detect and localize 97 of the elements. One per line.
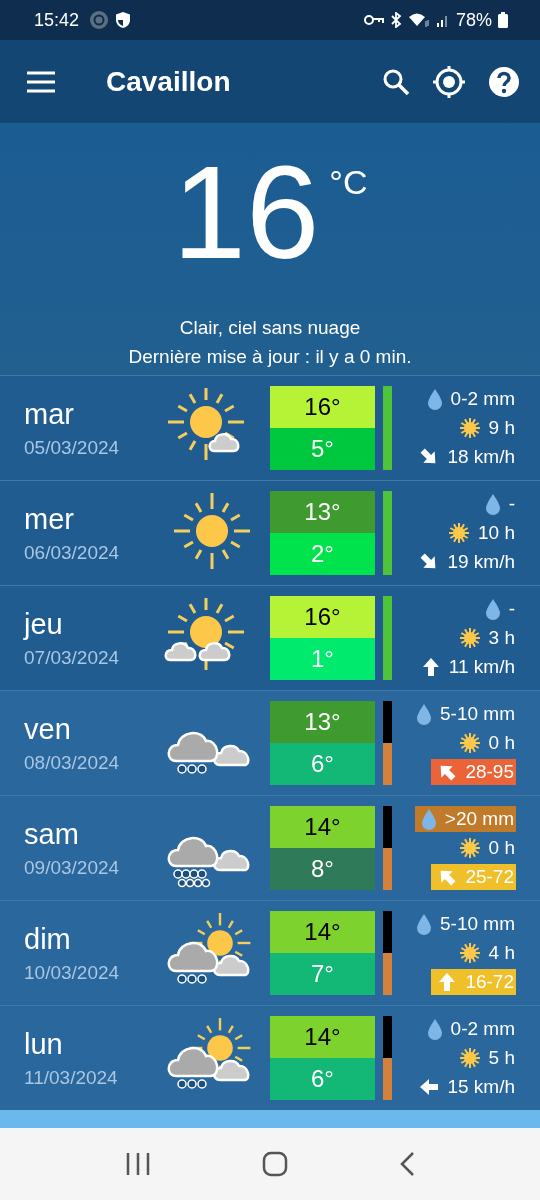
- low-temperature: 6°: [270, 1058, 375, 1100]
- sunshine-hours: 0 h: [488, 837, 515, 859]
- search-icon: [382, 67, 410, 96]
- city-title: Cavaillon: [106, 65, 231, 98]
- last-update-text: Dernière mise à jour : il y a 0 min.: [128, 345, 412, 369]
- wind-speed: 19 km/h: [447, 551, 515, 573]
- sun-icon: [458, 837, 481, 859]
- day-name: ven: [24, 712, 72, 746]
- forecast-row[interactable]: sam 09/03/2024 14° 8° >20 mm 0 h 25-72: [0, 795, 540, 900]
- wifi-icon: [407, 12, 430, 28]
- day-date: 06/03/2024: [24, 541, 121, 564]
- battery-percentage: 78%: [455, 9, 492, 31]
- wind-speed: 15 km/h: [447, 1076, 515, 1098]
- location-target-icon: [432, 64, 466, 99]
- recent-apps-icon: [125, 1152, 152, 1176]
- back-button[interactable]: [398, 1151, 415, 1177]
- low-temperature: 2°: [270, 533, 375, 575]
- sunshine-hours: 5 h: [488, 1047, 515, 1069]
- menu-button[interactable]: [26, 70, 56, 93]
- battery-icon: [498, 12, 508, 28]
- low-temperature: 7°: [270, 953, 375, 995]
- low-temperature: 8°: [270, 848, 375, 890]
- weather-condition: Clair, ciel sans nuage: [179, 316, 361, 340]
- raindrop-icon: [426, 1018, 443, 1040]
- low-temperature: 5°: [270, 428, 375, 470]
- precipitation-text: 0-2 mm: [450, 1018, 515, 1040]
- high-temperature: 14°: [270, 1016, 375, 1058]
- precipitation-text: 0-2 mm: [450, 388, 515, 410]
- status-time: 15:42: [34, 9, 80, 31]
- precipitation-text: -: [508, 598, 515, 620]
- day-name: jeu: [24, 607, 64, 641]
- high-temperature: 13°: [270, 701, 375, 743]
- forecast-row[interactable]: ven 08/03/2024 13° 6° 5-10 mm 0 h 28-95: [0, 690, 540, 795]
- recent-apps-button[interactable]: [125, 1152, 152, 1176]
- day-date: 11/03/2024: [24, 1066, 119, 1089]
- bluetooth-icon: [389, 12, 402, 28]
- wind-speed: 25-72: [465, 866, 514, 888]
- raindrop-icon: [426, 388, 443, 410]
- raindrop-icon: [416, 703, 433, 725]
- sun-icon: [458, 942, 481, 964]
- forecast-row[interactable]: dim 10/03/2024 14° 7° 5-10 mm 4 h 16-72: [0, 900, 540, 1005]
- precipitation-text: >20 mm: [444, 808, 514, 830]
- wind-speed: 16-72: [465, 971, 514, 993]
- raindrop-icon: [420, 808, 437, 830]
- high-temperature: 14°: [270, 806, 375, 848]
- high-temperature: 16°: [270, 386, 375, 428]
- wind-arrow-icon: [420, 657, 441, 677]
- wind-speed: 11 km/h: [448, 656, 515, 678]
- high-temperature: 14°: [270, 911, 375, 953]
- day-date: 09/03/2024: [24, 856, 121, 879]
- precipitation-text: 5-10 mm: [440, 703, 515, 725]
- wind-speed: 28-95: [465, 761, 514, 783]
- day-date: 05/03/2024: [24, 436, 121, 459]
- sunshine-hours: 0 h: [488, 732, 515, 754]
- high-temperature: 13°: [270, 491, 375, 533]
- forecast-row[interactable]: lun 11/03/2024 14° 6° 0-2 mm 5 h 15 km/h: [0, 1005, 540, 1110]
- high-temperature: 16°: [270, 596, 375, 638]
- sunshine-hours: 9 h: [488, 417, 515, 439]
- current-temperature: 16: [172, 143, 320, 283]
- low-temperature: 6°: [270, 743, 375, 785]
- app-notification-icon: [89, 10, 110, 30]
- day-name: dim: [24, 922, 72, 956]
- sunshine-hours: 10 h: [478, 522, 515, 544]
- home-icon: [262, 1151, 288, 1177]
- day-name: mer: [24, 502, 75, 536]
- back-icon: [398, 1151, 415, 1177]
- wind-speed: 18 km/h: [447, 446, 515, 468]
- sun-icon: [458, 1047, 481, 1069]
- menu-icon: [26, 70, 56, 93]
- key-icon: [363, 14, 384, 26]
- precipitation-text: 5-10 mm: [440, 913, 515, 935]
- home-button[interactable]: [262, 1151, 288, 1177]
- low-temperature: 1°: [270, 638, 375, 680]
- temperature-unit: °C: [329, 163, 368, 202]
- sunshine-hours: 4 h: [488, 942, 515, 964]
- raindrop-icon: [484, 493, 501, 515]
- help-button[interactable]: [488, 65, 520, 98]
- day-name: sam: [24, 817, 80, 851]
- day-date: 08/03/2024: [24, 751, 121, 774]
- sunshine-hours: 3 h: [488, 627, 515, 649]
- precipitation-text: -: [508, 493, 515, 515]
- sun-icon: [458, 417, 481, 439]
- search-button[interactable]: [382, 67, 410, 96]
- help-icon: [488, 65, 520, 98]
- wind-arrow-icon: [419, 1077, 440, 1097]
- sun-icon: [448, 522, 470, 544]
- day-date: 07/03/2024: [24, 646, 121, 669]
- day-name: lun: [24, 1027, 64, 1061]
- wind-arrow-icon: [437, 972, 458, 992]
- shield-icon: [115, 11, 132, 29]
- raindrop-icon: [484, 598, 501, 620]
- raindrop-icon: [416, 913, 433, 935]
- day-name: mar: [24, 397, 75, 431]
- locate-button[interactable]: [432, 64, 466, 99]
- sun-icon: [458, 732, 481, 754]
- day-date: 10/03/2024: [24, 961, 121, 984]
- sun-icon: [458, 627, 481, 649]
